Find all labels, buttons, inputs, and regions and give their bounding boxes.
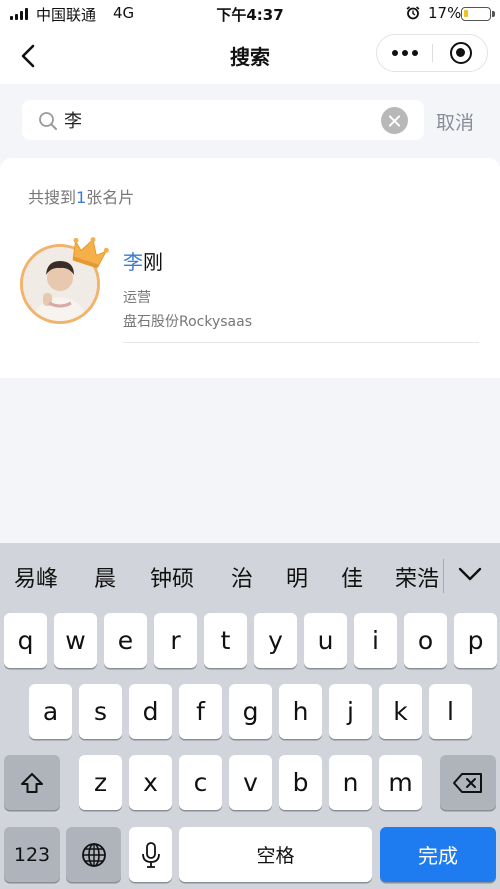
result-count: 共搜到1张名片: [28, 184, 134, 208]
cancel-button[interactable]: 取消: [436, 108, 474, 135]
key-x[interactable]: x: [129, 755, 172, 810]
key-b[interactable]: b: [279, 755, 322, 810]
key-r[interactable]: r: [154, 613, 197, 668]
key-i[interactable]: i: [354, 613, 397, 668]
microphone-key[interactable]: [129, 827, 172, 882]
candidate-word[interactable]: 荣浩: [395, 561, 441, 593]
key-p[interactable]: p: [454, 613, 497, 668]
key-z[interactable]: z: [79, 755, 122, 810]
business-card-item[interactable]: 李刚 运营 盘石股份Rockysaas: [20, 234, 480, 344]
key-f[interactable]: f: [179, 684, 222, 739]
key-d[interactable]: d: [129, 684, 172, 739]
card-company: 盘石股份Rockysaas: [123, 314, 253, 330]
numbers-key[interactable]: 123: [4, 827, 60, 882]
search-box: [22, 100, 424, 140]
status-time: 下午4:37: [216, 6, 284, 24]
microphone-icon: [141, 841, 160, 868]
key-w[interactable]: w: [54, 613, 97, 668]
shift-icon: [21, 772, 43, 793]
capsule-divider: [432, 44, 433, 62]
candidate-bar: 易峰 晨 钟硕 治 明 佳 荣浩: [0, 543, 500, 609]
key-q[interactable]: q: [4, 613, 47, 668]
card-name-match: 李: [123, 250, 143, 274]
battery-percent: 17%: [428, 4, 462, 22]
search-icon: [39, 112, 57, 130]
nav-bar: 搜索: [0, 28, 500, 84]
backspace-icon: [453, 772, 482, 793]
result-count-prefix: 共搜到: [28, 188, 77, 207]
candidate-separator: [443, 559, 444, 593]
result-count-suffix: 张名片: [86, 188, 135, 207]
key-g[interactable]: g: [229, 684, 272, 739]
alarm-icon: [406, 6, 420, 20]
key-a[interactable]: a: [29, 684, 72, 739]
avatar-wrap: [20, 237, 109, 324]
backspace-key[interactable]: [440, 755, 496, 810]
key-s[interactable]: s: [79, 684, 122, 739]
card-job-title: 运营: [123, 290, 151, 306]
close-target-icon[interactable]: [450, 42, 472, 64]
key-n[interactable]: n: [329, 755, 372, 810]
result-count-value: 1: [76, 188, 87, 207]
miniprogram-capsule: [376, 34, 488, 72]
keyboard: 易峰 晨 钟硕 治 明 佳 荣浩 q w e r t y u i o p a s…: [0, 543, 500, 889]
key-h[interactable]: h: [279, 684, 322, 739]
candidate-word[interactable]: 晨: [94, 561, 116, 593]
done-key[interactable]: 完成: [380, 827, 496, 882]
search-input[interactable]: [64, 106, 374, 134]
key-e[interactable]: e: [104, 613, 147, 668]
clear-icon[interactable]: [381, 107, 408, 134]
candidate-word[interactable]: 钟硕: [150, 561, 194, 593]
card-name-rest: 刚: [143, 250, 163, 274]
more-dots-icon[interactable]: [377, 35, 432, 71]
chevron-down-icon[interactable]: [456, 563, 484, 585]
candidate-word[interactable]: 明: [286, 561, 308, 593]
key-m[interactable]: m: [379, 755, 422, 810]
globe-key[interactable]: [66, 827, 121, 882]
battery-icon: [461, 7, 495, 21]
key-o[interactable]: o: [404, 613, 447, 668]
shift-key[interactable]: [4, 755, 60, 810]
key-j[interactable]: j: [329, 684, 372, 739]
candidate-word[interactable]: 治: [231, 561, 253, 593]
card-name: 李刚: [123, 246, 163, 275]
key-k[interactable]: k: [379, 684, 422, 739]
row-divider: [123, 342, 479, 343]
key-v[interactable]: v: [229, 755, 272, 810]
candidate-word[interactable]: 佳: [341, 561, 363, 593]
key-t[interactable]: t: [204, 613, 247, 668]
space-key[interactable]: 空格: [179, 827, 372, 882]
key-u[interactable]: u: [304, 613, 347, 668]
globe-icon: [81, 842, 106, 867]
candidate-word[interactable]: 易峰: [14, 561, 58, 593]
key-l[interactable]: l: [429, 684, 472, 739]
key-y[interactable]: y: [254, 613, 297, 668]
key-c[interactable]: c: [179, 755, 222, 810]
results-panel: 共搜到1张名片 李刚 运营 盘石股份Rockysaas: [0, 158, 500, 378]
status-bar: 中国联通 4G 下午4:37 17%: [0, 0, 500, 28]
